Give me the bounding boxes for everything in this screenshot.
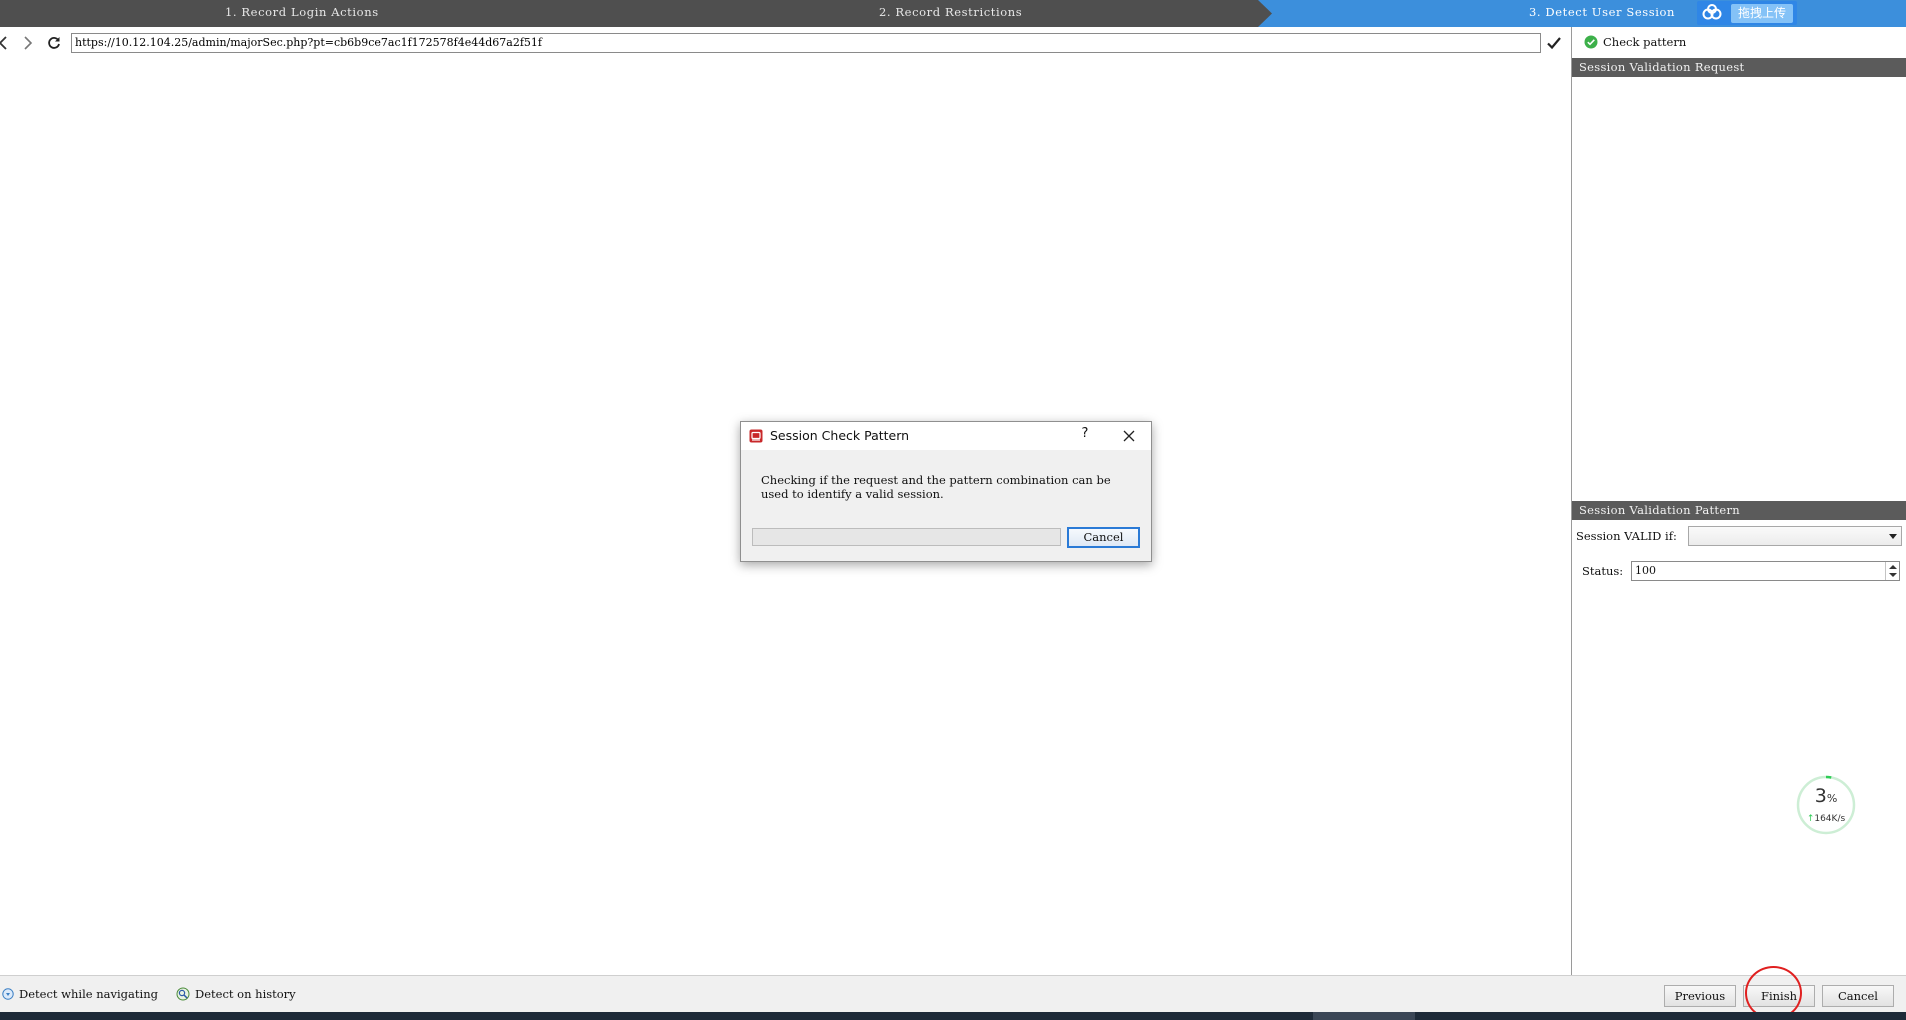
status-spin-buttons[interactable]: [1885, 562, 1899, 580]
wizard-step-detect-session: 3. Detect User Session: [1529, 5, 1676, 19]
dialog-title: Session Check Pattern: [770, 428, 910, 443]
chevron-down-icon: [1889, 534, 1897, 539]
dialog-title-bar[interactable]: Session Check Pattern ?: [741, 422, 1151, 450]
os-taskbar: [0, 1012, 1906, 1020]
app-icon: [749, 429, 763, 443]
status-spinbox[interactable]: 100: [1631, 561, 1900, 581]
dialog-message-line-1: Checking if the request and the pattern …: [761, 473, 1111, 487]
status-row: Status: 100: [1582, 561, 1900, 581]
refresh-icon[interactable]: [46, 34, 62, 52]
session-check-pattern-dialog: Session Check Pattern ? Checking if the …: [740, 421, 1152, 562]
detect-on-history-option[interactable]: Detect on history: [176, 987, 296, 1001]
wizard-step-record-restrictions: 2. Record Restrictions: [879, 5, 1023, 19]
wizard-steps-bar: 1. Record Login Actions 2. Record Restri…: [0, 0, 1906, 27]
browser-toolbar: https://10.12.104.25/admin/majorSec.php?…: [0, 30, 1571, 56]
detect-navigate-icon: [2, 988, 14, 1000]
previous-button[interactable]: Previous: [1664, 985, 1736, 1007]
section-header-validation-pattern: Session Validation Pattern: [1572, 501, 1906, 520]
history-icon: [176, 987, 190, 1001]
upload-overlay-widget[interactable]: 拖拽上传: [1697, 1, 1797, 25]
upload-button[interactable]: 拖拽上传: [1731, 4, 1793, 23]
wizard-step-record-login: 1. Record Login Actions: [225, 5, 379, 19]
session-valid-if-dropdown[interactable]: [1688, 526, 1902, 546]
dialog-cancel-button[interactable]: Cancel: [1067, 527, 1140, 548]
forward-icon[interactable]: [20, 34, 36, 52]
dialog-message-line-2: used to identify a valid session.: [761, 487, 944, 501]
close-icon[interactable]: [1121, 428, 1137, 444]
back-icon[interactable]: [0, 34, 11, 52]
session-valid-if-label: Session VALID if:: [1576, 529, 1677, 543]
status-value: 100: [1635, 564, 1656, 577]
upload-speed: ↑164K/s: [1806, 814, 1846, 824]
check-pattern-label: Check pattern: [1603, 35, 1687, 49]
detect-navigating-label: Detect while navigating: [19, 987, 158, 1001]
progress-percent: 3%: [1814, 785, 1838, 807]
dialog-message: Checking if the request and the pattern …: [761, 473, 1136, 501]
section-header-validation-request: Session Validation Request: [1572, 58, 1906, 77]
dialog-progress-bar: [752, 528, 1061, 546]
help-icon[interactable]: ?: [1077, 426, 1093, 444]
network-progress-widget[interactable]: 3% ↑164K/s: [1795, 774, 1857, 836]
bottom-action-bar: Detect while navigating Detect on histor…: [0, 975, 1906, 1012]
dialog-body: Checking if the request and the pattern …: [741, 450, 1151, 561]
green-check-icon: [1584, 35, 1598, 49]
checkmark-icon[interactable]: [1545, 34, 1563, 52]
url-input[interactable]: https://10.12.104.25/admin/majorSec.php?…: [71, 33, 1541, 53]
taskbar-item[interactable]: [1313, 1012, 1415, 1020]
spin-up-icon[interactable]: [1889, 565, 1897, 569]
cloud-icon: [1702, 4, 1722, 20]
status-label: Status:: [1582, 564, 1624, 578]
spin-down-icon[interactable]: [1889, 573, 1897, 577]
cancel-wizard-button[interactable]: Cancel: [1822, 985, 1894, 1007]
session-valid-if-row: Session VALID if:: [1576, 526, 1902, 546]
detect-while-navigating-option[interactable]: Detect while navigating: [2, 987, 158, 1001]
check-pattern-button[interactable]: Check pattern: [1584, 34, 1686, 50]
detect-history-label: Detect on history: [195, 987, 296, 1001]
